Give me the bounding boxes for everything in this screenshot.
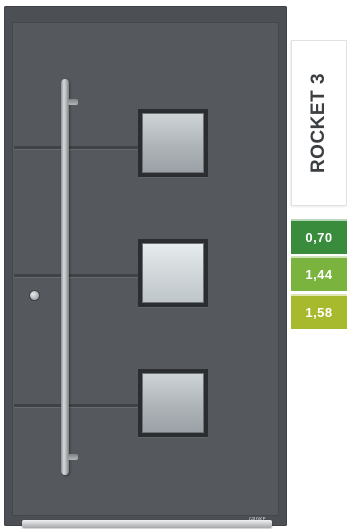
value-badge-label: 1,44 (305, 267, 333, 282)
decorative-groove (14, 146, 142, 149)
glass (142, 373, 204, 433)
value-badge-label: 0,70 (305, 230, 333, 245)
glass (142, 243, 204, 303)
value-badge-label: 1,58 (305, 305, 333, 320)
decorative-groove (14, 274, 142, 277)
lock-cylinder-icon (30, 291, 39, 300)
value-badge-1: 0,70 (291, 219, 347, 254)
decorative-groove (14, 404, 142, 407)
glass-pane-top (138, 109, 208, 177)
door-threshold (22, 520, 272, 528)
door-handle-bar (61, 79, 69, 475)
glass (142, 113, 204, 173)
value-badge-2: 1,44 (291, 256, 347, 291)
handle-mount-bottom (68, 454, 78, 460)
product-name-tab: ROCKET 3 (291, 40, 347, 206)
value-badge-3: 1,58 (291, 294, 347, 329)
product-page: GROKE ROCKET 3 0,70 1,44 1,58 (0, 0, 347, 529)
glass-pane-bottom (138, 369, 208, 437)
door-frame: GROKE (4, 6, 287, 526)
handle-mount-top (68, 99, 78, 105)
glass-pane-middle (138, 239, 208, 307)
product-name: ROCKET 3 (308, 72, 330, 174)
